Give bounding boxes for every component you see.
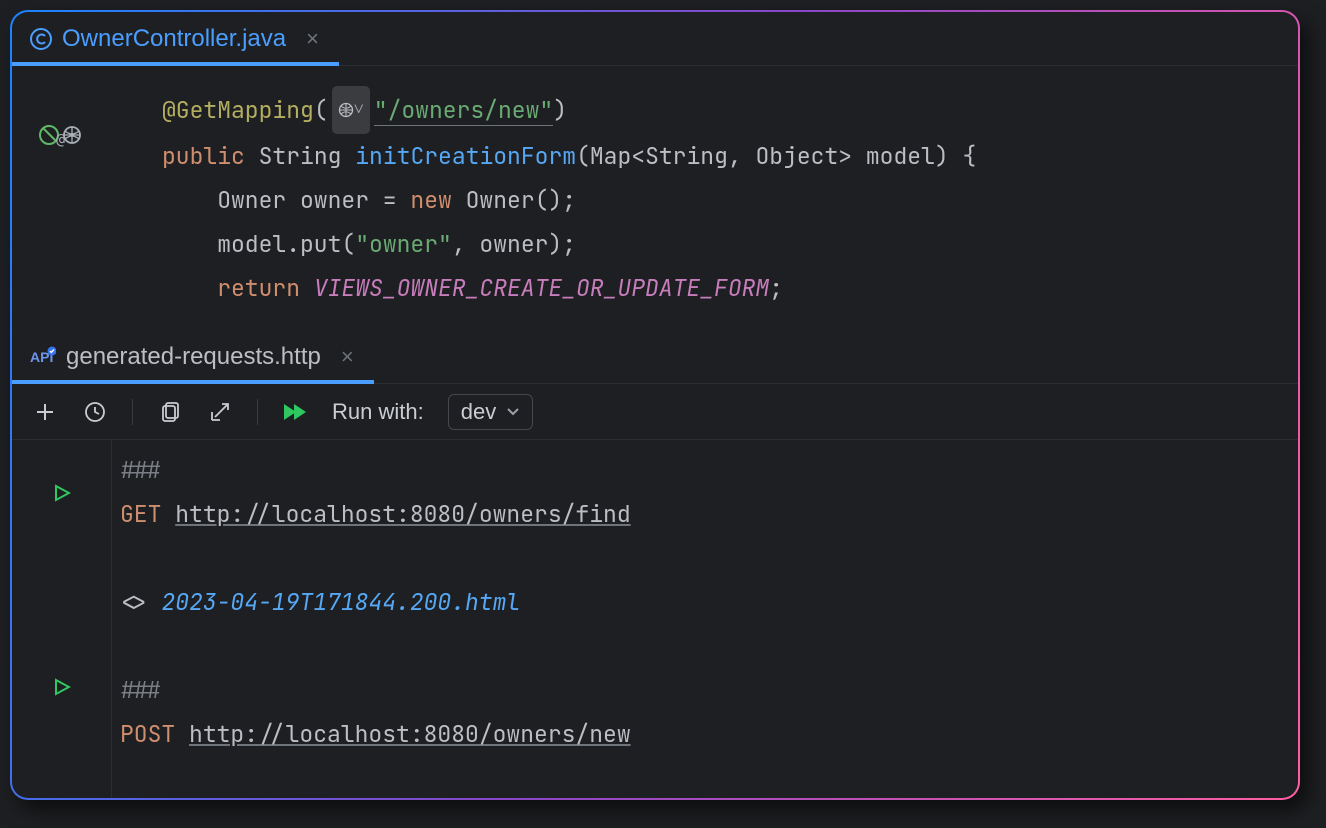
run-all-icon[interactable] — [282, 399, 308, 425]
chevron-down-icon — [506, 407, 520, 417]
globe-icon[interactable]: ˅ — [332, 86, 370, 134]
divider — [257, 399, 258, 425]
code-area[interactable]: @GetMapping(˅"/owners/new") public Strin… — [112, 66, 1298, 330]
history-icon[interactable] — [82, 399, 108, 425]
java-class-icon — [30, 28, 52, 50]
http-verb: GET — [120, 499, 161, 529]
http-code-area[interactable]: ### GET http://localhost:8080/owners/fin… — [112, 440, 1298, 798]
editor-tabbar: OwnerController.java × — [12, 12, 1298, 66]
add-icon[interactable] — [32, 399, 58, 425]
annotation: @GetMapping — [162, 95, 314, 125]
gutter-web-icon[interactable]: @ — [38, 122, 86, 148]
java-editor[interactable]: @ @GetMapping(˅"/owners/new") public Str… — [12, 66, 1298, 330]
env-dropdown[interactable]: dev — [448, 394, 533, 430]
run-icon[interactable] — [53, 484, 71, 502]
http-toolbar: Run with: dev — [12, 384, 1298, 440]
http-tabbar: API generated-requests.http × — [12, 330, 1298, 384]
request-url[interactable]: http://localhost:8080/owners/new — [189, 719, 631, 749]
tab-owner-controller[interactable]: OwnerController.java × — [12, 12, 337, 65]
view-constant: VIEWS_OWNER_CREATE_OR_UPDATE_FORM — [314, 273, 769, 303]
http-file-icon: API — [30, 346, 56, 368]
examples-icon[interactable] — [157, 399, 183, 425]
http-gutter — [12, 440, 112, 798]
editor-gutter: @ — [12, 66, 112, 330]
request-url[interactable]: http://localhost:8080/owners/find — [175, 499, 630, 529]
tab-generated-requests[interactable]: API generated-requests.http × — [12, 330, 372, 383]
close-icon[interactable]: × — [341, 344, 354, 370]
divider — [132, 399, 133, 425]
ide-window: OwnerController.java × @ @GetMapping(˅"/… — [10, 10, 1300, 800]
run-icon[interactable] — [53, 678, 71, 696]
method-name: initCreationForm — [355, 141, 576, 171]
mapping-path[interactable]: "/owners/new" — [374, 95, 553, 126]
tab-label: OwnerController.java — [62, 25, 286, 53]
import-icon[interactable] — [207, 399, 233, 425]
http-editor[interactable]: ### GET http://localhost:8080/owners/fin… — [12, 440, 1298, 798]
svg-text:@: @ — [56, 130, 65, 148]
close-icon[interactable]: × — [306, 26, 319, 52]
separator: ### — [120, 675, 161, 705]
separator: ### — [120, 455, 161, 485]
tab-label: generated-requests.http — [66, 343, 321, 371]
response-file-link[interactable]: 2023-04-19T171844.200.html — [161, 587, 520, 617]
http-verb: POST — [120, 719, 175, 749]
env-value: dev — [461, 399, 496, 425]
run-with-label: Run with: — [332, 399, 424, 425]
